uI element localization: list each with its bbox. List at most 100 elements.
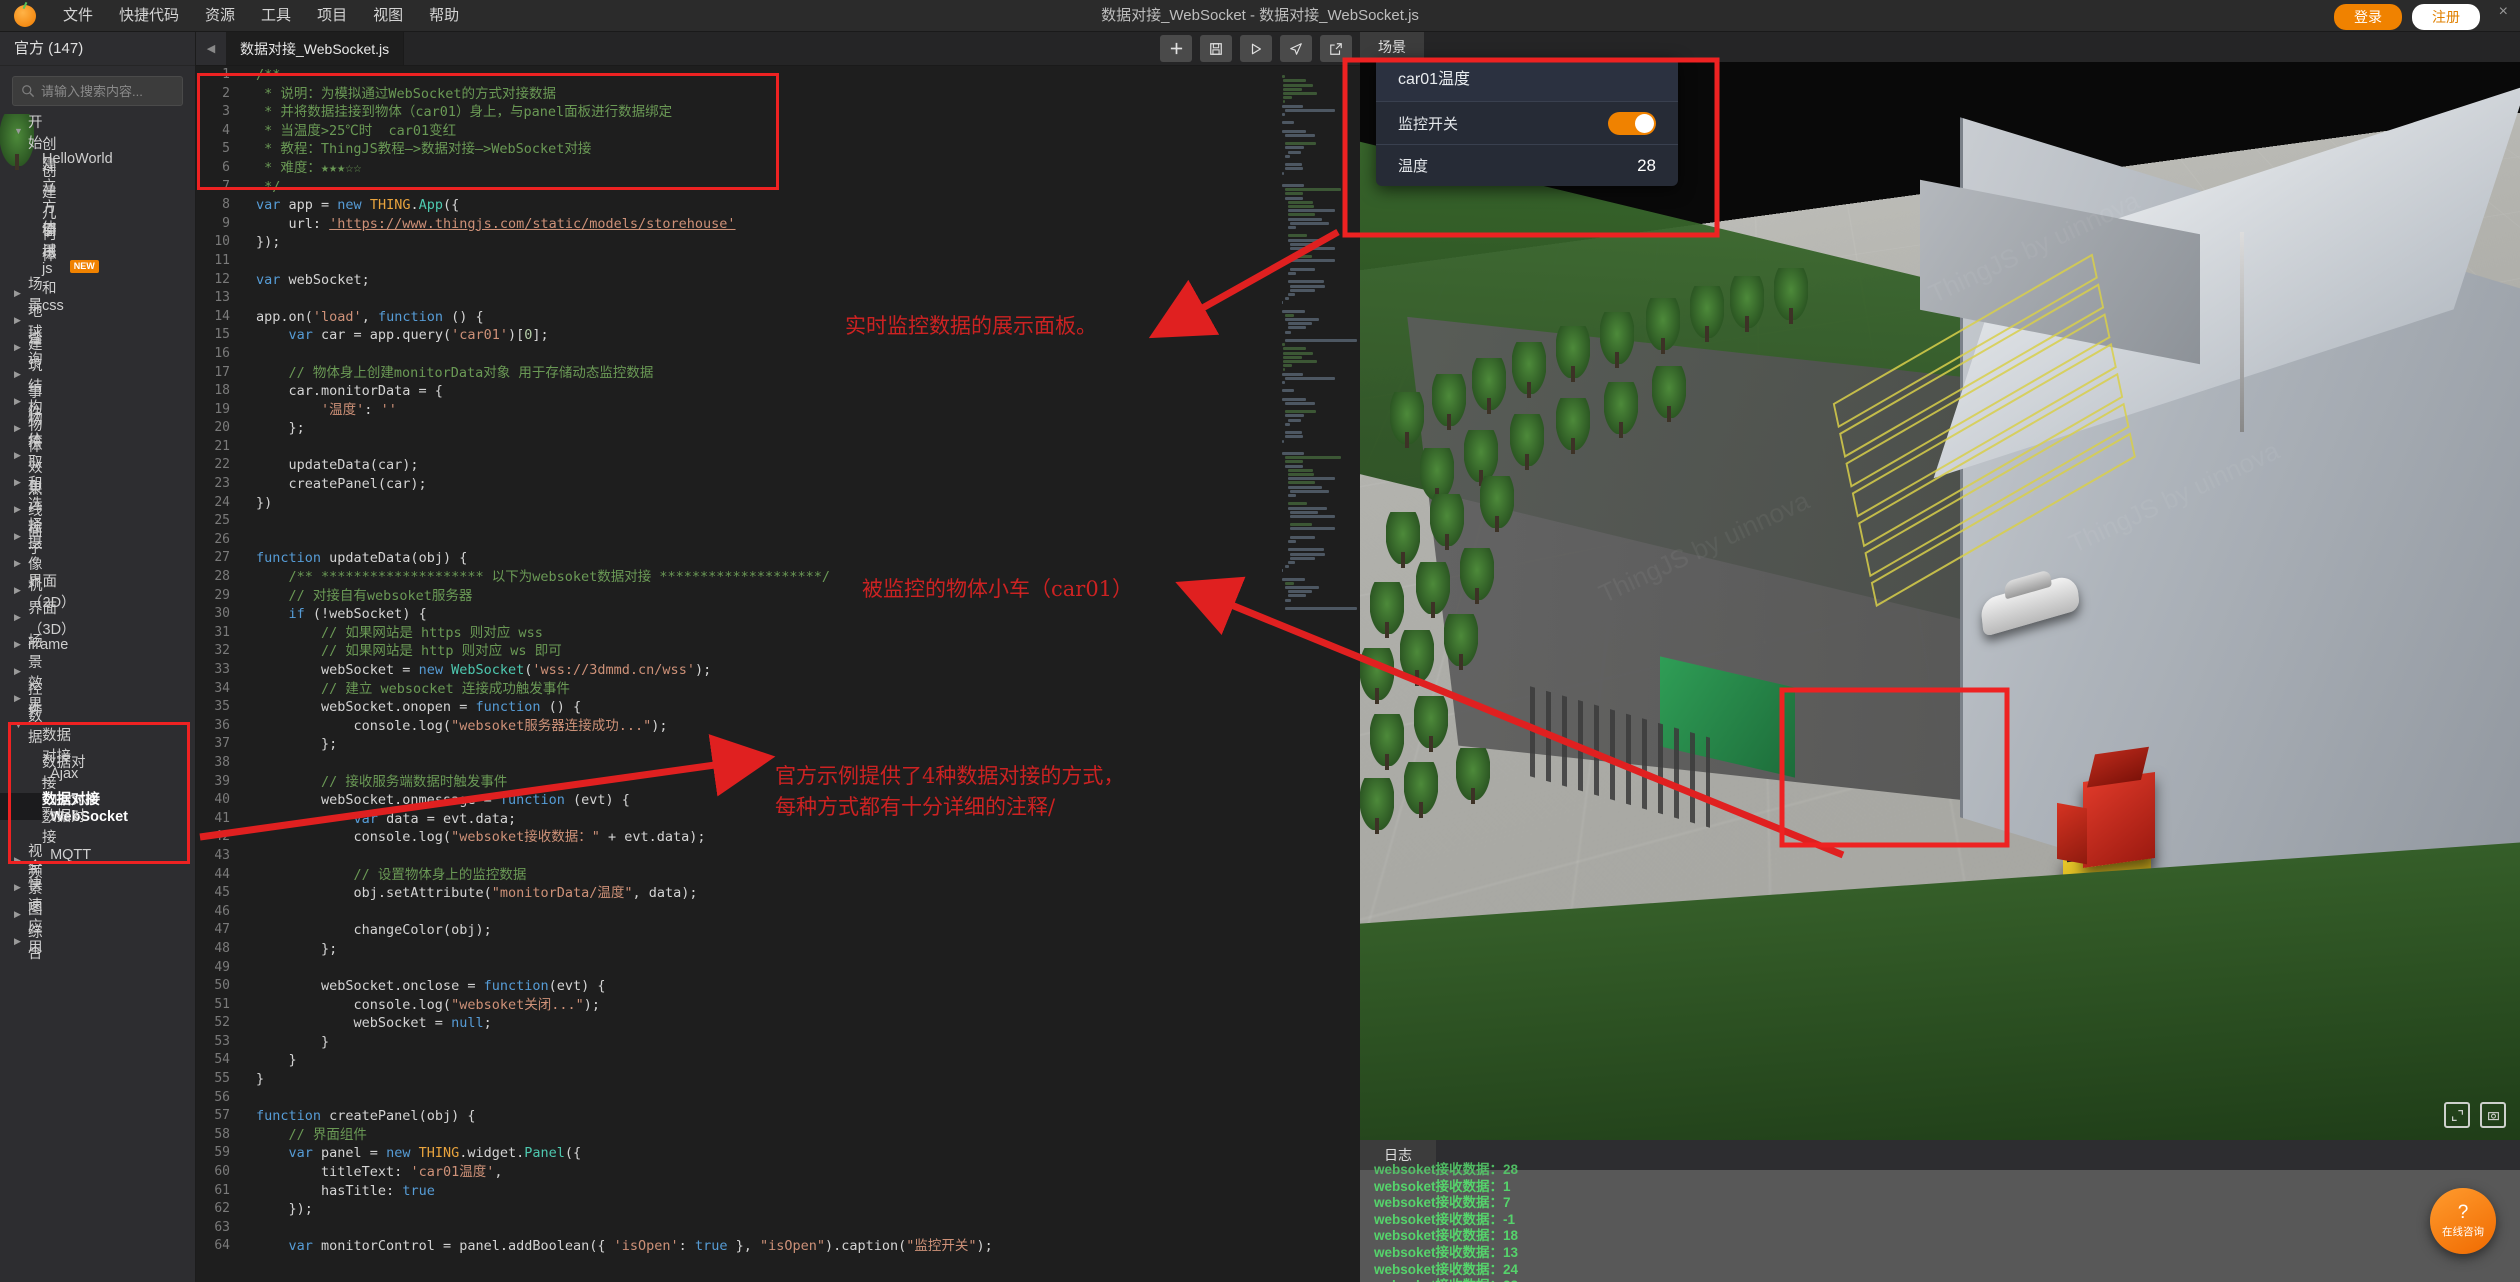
code-line[interactable]: 56 <box>196 1089 1360 1108</box>
code-line[interactable]: 3 * 并将数据挂接到物体（car01）身上，与panel面板进行数据绑定 <box>196 103 1360 122</box>
chevron-right-icon[interactable]: ▶ <box>14 397 28 406</box>
online-support-button[interactable]: ? 在线咨询 <box>2430 1188 2496 1254</box>
code-line[interactable]: 36 console.log("websoket服务器连接成功..."); <box>196 717 1360 736</box>
chevron-right-icon[interactable]: ▶ <box>14 316 28 325</box>
code-line[interactable]: 35 webSocket.onopen = function () { <box>196 698 1360 717</box>
code-line[interactable]: 42 console.log("websoket接收数据：" + evt.dat… <box>196 828 1360 847</box>
chevron-right-icon[interactable]: ▶ <box>14 613 28 622</box>
code-line[interactable]: 25 <box>196 512 1360 531</box>
code-line[interactable]: 5 * 教程：ThingJS教程—>数据对接—>WebSocket对接 <box>196 140 1360 159</box>
code-line[interactable]: 14 app.on('load', function () { <box>196 308 1360 327</box>
code-line[interactable]: 11 <box>196 252 1360 271</box>
code-line[interactable]: 17 // 物体身上创建monitorData对象 用于存储动态监控数据 <box>196 364 1360 383</box>
code-line[interactable]: 58 // 界面组件 <box>196 1126 1360 1145</box>
code-line[interactable]: 12 var webSocket; <box>196 271 1360 290</box>
chevron-right-icon[interactable]: ▶ <box>14 640 28 649</box>
search-input[interactable] <box>41 83 174 99</box>
code-line[interactable]: 60 titleText: 'car01温度', <box>196 1163 1360 1182</box>
code-line[interactable]: 50 webSocket.onclose = function(evt) { <box>196 977 1360 996</box>
sidebar-item-30[interactable]: ▶ 综合 <box>0 925 43 962</box>
search-box[interactable] <box>12 76 183 106</box>
code-line[interactable]: 47 changeColor(obj); <box>196 921 1360 940</box>
chevron-right-icon[interactable]: ▶ <box>14 937 28 946</box>
code-line[interactable]: 45 obj.setAttribute("monitorData/温度", da… <box>196 884 1360 903</box>
run-button[interactable] <box>1240 35 1272 62</box>
chevron-right-icon[interactable]: ▶ <box>14 343 28 352</box>
code-line[interactable]: 51 console.log("websoket关闭..."); <box>196 996 1360 1015</box>
code-line[interactable]: 48 }; <box>196 940 1360 959</box>
menu-item-tools[interactable]: 工具 <box>248 0 304 32</box>
screenshot-button[interactable] <box>2480 1102 2506 1128</box>
code-line[interactable]: 27 function updateData(obj) { <box>196 549 1360 568</box>
chevron-down-icon[interactable]: ▼ <box>14 721 28 730</box>
code-line[interactable]: 29 // 对接自有websoket服务器 <box>196 587 1360 606</box>
code-line[interactable]: 44 // 设置物体身上的监控数据 <box>196 866 1360 885</box>
code-line[interactable]: 54 } <box>196 1051 1360 1070</box>
chevron-right-icon[interactable]: ▶ <box>14 667 28 676</box>
chevron-right-icon[interactable]: ▶ <box>14 424 28 433</box>
sidebar-item-25[interactable]: ▶数据对接_WebSocket <box>0 792 128 825</box>
chevron-right-icon[interactable]: ▶ <box>14 586 28 595</box>
code-line[interactable]: 59 var panel = new THING.widget.Panel({ <box>196 1144 1360 1163</box>
code-line[interactable]: 22 updateData(car); <box>196 456 1360 475</box>
chevron-right-icon[interactable]: ▶ <box>14 451 28 460</box>
code-line[interactable]: 24}) <box>196 494 1360 513</box>
monitor-panel[interactable]: car01温度 监控开关 温度 28 <box>1376 58 1678 186</box>
chevron-right-icon[interactable]: ▶ <box>14 883 28 892</box>
menu-item-project[interactable]: 项目 <box>304 0 360 32</box>
chevron-right-icon[interactable]: ▶ <box>14 370 28 379</box>
chevron-down-icon[interactable]: ▼ <box>14 127 28 136</box>
code-line[interactable]: 19 '温度': '' <box>196 401 1360 420</box>
chevron-right-icon[interactable]: ▶ <box>14 559 28 568</box>
monitor-switch-toggle[interactable] <box>1608 111 1656 135</box>
code-line[interactable]: 31 // 如果网站是 https 则对应 wss <box>196 624 1360 643</box>
log-list[interactable]: websoket接收数据：28 websoket接收数据：1 websoket接收数… <box>1360 1162 2520 1282</box>
code-line[interactable]: 9 url: 'https://www.thingjs.com/static/m… <box>196 215 1360 234</box>
code-line[interactable]: 26 <box>196 531 1360 550</box>
code-line[interactable]: 2 * 说明：为模拟通过WebSocket的方式对接数据 <box>196 85 1360 104</box>
code-line[interactable]: 21 <box>196 438 1360 457</box>
code-line[interactable]: 20 }; <box>196 419 1360 438</box>
menu-item-help[interactable]: 帮助 <box>416 0 472 32</box>
code-line[interactable]: 10}); <box>196 233 1360 252</box>
code-line[interactable]: 8 var app = new THING.App({ <box>196 196 1360 215</box>
chevron-right-icon[interactable]: ▶ <box>14 856 28 865</box>
sidebar-item-22[interactable]: ▼ 数据 <box>0 709 43 746</box>
menu-item-snippets[interactable]: 快捷代码 <box>106 0 192 32</box>
chevron-right-icon[interactable]: ▶ <box>14 505 28 514</box>
code-line[interactable]: 57 function createPanel(obj) { <box>196 1107 1360 1126</box>
editor-tab-websocket[interactable]: 数据对接_WebSocket.js <box>226 32 405 65</box>
chevron-right-icon[interactable]: ▶ <box>14 532 28 541</box>
tab-scroll-left-icon[interactable]: ◀ <box>196 32 226 65</box>
code-line[interactable]: 43 <box>196 847 1360 866</box>
code-area[interactable]: 1/** 2 * 说明：为模拟通过WebSocket的方式对接数据 3 * 并将数据… <box>196 66 1360 1282</box>
code-line[interactable]: 55} <box>196 1070 1360 1089</box>
code-line[interactable]: 6 * 难度：★★★☆☆ <box>196 159 1360 178</box>
code-line[interactable]: 30 if (!webSocket) { <box>196 605 1360 624</box>
code-line[interactable]: 61 hasTitle: true <box>196 1182 1360 1201</box>
menu-item-view[interactable]: 视图 <box>360 0 416 32</box>
code-minimap[interactable] <box>1276 66 1360 1282</box>
sidebar-item-23[interactable]: ▶数据对接_Ajax <box>0 728 78 782</box>
chevron-right-icon[interactable]: ▶ <box>14 478 28 487</box>
code-line[interactable]: 33 webSocket = new WebSocket('wss://3dmm… <box>196 661 1360 680</box>
code-line[interactable]: 32 // 如果网站是 http 则对应 ws 即可 <box>196 642 1360 661</box>
chevron-right-icon[interactable]: ▶ <box>14 910 28 919</box>
scene-car01-forklift-red[interactable] <box>2083 771 2155 869</box>
code-line[interactable]: 46 <box>196 903 1360 922</box>
code-line[interactable]: 4 * 当温度>25℃时 car01变红 <box>196 122 1360 141</box>
sidebar-item-4[interactable]: ▶调试 <box>0 223 57 260</box>
code-line[interactable]: 34 // 建立 websocket 连接成功触发事件 <box>196 680 1360 699</box>
code-line[interactable]: 13 <box>196 289 1360 308</box>
code-lines[interactable]: 1/** 2 * 说明：为模拟通过WebSocket的方式对接数据 3 * 并将数据… <box>196 66 1360 1256</box>
code-line[interactable]: 49 <box>196 959 1360 978</box>
code-line[interactable]: 28 /** ******************** 以下为websoket数… <box>196 568 1360 587</box>
code-line[interactable]: 63 <box>196 1219 1360 1238</box>
save-button[interactable] <box>1200 35 1232 62</box>
window-close-icon[interactable]: × <box>2499 3 2508 21</box>
code-line[interactable]: 7 */ <box>196 178 1360 197</box>
code-line[interactable]: 52 webSocket = null; <box>196 1014 1360 1033</box>
login-button[interactable]: 登录 <box>2334 4 2402 30</box>
code-line[interactable]: 23 createPanel(car); <box>196 475 1360 494</box>
sidebar-item-0[interactable]: ▼ 开始 <box>0 115 43 152</box>
